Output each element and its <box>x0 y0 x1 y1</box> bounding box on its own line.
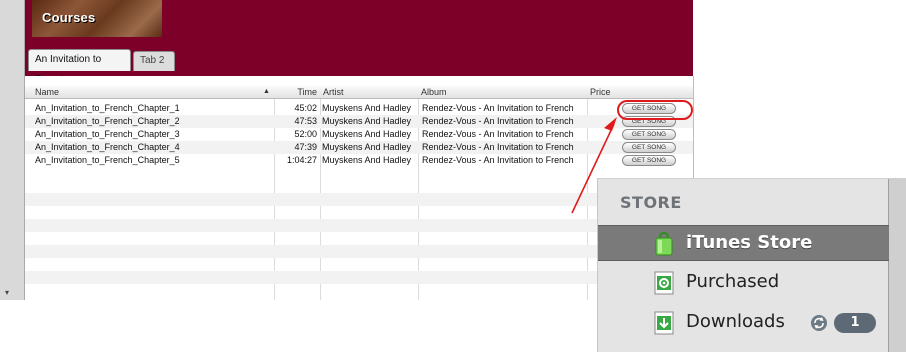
empty-row <box>25 219 693 232</box>
download-arrow-icon <box>654 311 674 335</box>
banner-title: Courses <box>42 10 96 25</box>
empty-row <box>25 193 693 206</box>
shopping-bag-icon <box>655 232 673 256</box>
sort-ascending-icon[interactable]: ▲ <box>263 86 270 98</box>
table-header: Name ▲ Time Artist Album Price <box>25 86 693 99</box>
track-artist: Muyskens And Hadley <box>322 142 412 152</box>
itunes-window: ▾ Courses An Invitation to French Tab 2 … <box>0 0 700 300</box>
table-row[interactable]: An_Invitation_to_French_Chapter_1 45:02 … <box>25 102 693 115</box>
column-header-artist[interactable]: Artist <box>320 86 418 98</box>
column-header-time[interactable]: Time <box>274 86 320 98</box>
track-name: An_Invitation_to_French_Chapter_4 <box>35 142 180 152</box>
banner-artwork: Courses <box>32 0 162 37</box>
highlight-circle-annotation <box>617 100 693 120</box>
get-song-button[interactable]: GET SONG <box>622 129 676 140</box>
left-scrollbar[interactable]: ▾ <box>0 0 25 300</box>
empty-row <box>25 271 693 284</box>
track-artist: Muyskens And Hadley <box>322 116 412 126</box>
table-row[interactable]: An_Invitation_to_French_Chapter_2 47:53 … <box>25 115 693 128</box>
sidebar-section-heading: STORE <box>620 193 682 212</box>
tab-an-invitation-to-french[interactable]: An Invitation to French <box>28 49 131 85</box>
sidebar-item-itunes-store[interactable]: iTunes Store <box>598 225 889 261</box>
sidebar-item-label: Purchased <box>686 271 780 292</box>
table-row[interactable]: An_Invitation_to_French_Chapter_5 1:04:2… <box>25 154 693 167</box>
track-name: An_Invitation_to_French_Chapter_5 <box>35 155 180 165</box>
track-name: An_Invitation_to_French_Chapter_1 <box>35 103 180 113</box>
column-header-album[interactable]: Album <box>418 86 587 98</box>
track-album: Rendez-Vous - An Invitation to French <box>422 116 574 126</box>
sidebar-item-purchased[interactable]: Purchased <box>598 265 889 301</box>
track-album: Rendez-Vous - An Invitation to French <box>422 142 574 152</box>
track-time: 45:02 <box>294 103 317 113</box>
track-time: 1:04:27 <box>286 155 317 165</box>
column-header-price[interactable]: Price <box>587 86 687 98</box>
track-time: 47:39 <box>294 142 317 152</box>
sidebar-edge <box>888 179 906 352</box>
tab-2[interactable]: Tab 2 <box>133 51 175 71</box>
track-artist: Muyskens And Hadley <box>322 129 412 139</box>
sidebar-item-label: Downloads <box>686 311 785 332</box>
track-name: An_Invitation_to_French_Chapter_3 <box>35 129 180 139</box>
sidebar-item-downloads[interactable]: Downloads 1 <box>598 305 889 341</box>
get-song-button[interactable]: GET SONG <box>622 155 676 166</box>
scroll-down-arrow-icon[interactable]: ▾ <box>2 288 12 298</box>
track-artist: Muyskens And Hadley <box>322 103 412 113</box>
sidebar-item-label: iTunes Store <box>686 232 813 253</box>
track-album: Rendez-Vous - An Invitation to French <box>422 103 574 113</box>
column-header-name[interactable]: Name <box>32 86 272 98</box>
track-artist: Muyskens And Hadley <box>322 155 412 165</box>
downloads-count-badge: 1 <box>834 313 876 333</box>
get-song-button[interactable]: GET SONG <box>622 142 676 153</box>
sync-icon[interactable] <box>810 314 828 332</box>
table-row[interactable]: An_Invitation_to_French_Chapter_3 52:00 … <box>25 128 693 141</box>
track-time: 52:00 <box>294 129 317 139</box>
track-name: An_Invitation_to_French_Chapter_2 <box>35 116 180 126</box>
zoomed-sidebar-callout: STORE iTunes Store Purchased Downloads 1 <box>597 178 906 352</box>
track-table: Name ▲ Time Artist Album Price An_Invita… <box>25 76 694 300</box>
track-album: Rendez-Vous - An Invitation to French <box>422 155 574 165</box>
track-album: Rendez-Vous - An Invitation to French <box>422 129 574 139</box>
table-row[interactable]: An_Invitation_to_French_Chapter_4 47:39 … <box>25 141 693 154</box>
gear-document-icon <box>654 271 674 295</box>
track-time: 47:53 <box>294 116 317 126</box>
empty-row <box>25 245 693 258</box>
